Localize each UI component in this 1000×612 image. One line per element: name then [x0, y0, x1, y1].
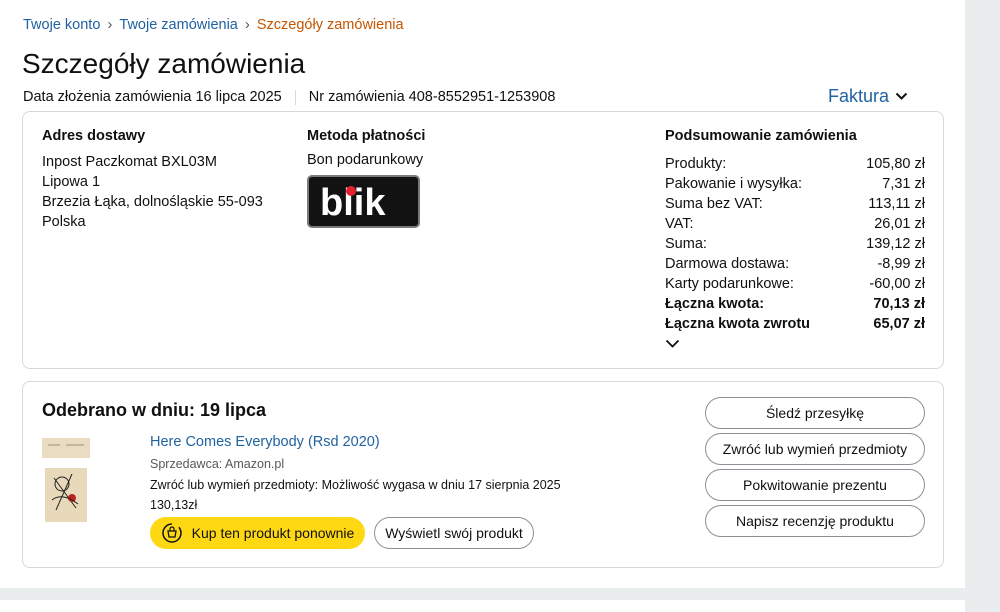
meta-divider — [294, 89, 296, 105]
order-summary: Podsumowanie zamówienia Produkty: 105,80 … — [665, 128, 925, 354]
order-date: Data złożenia zamówienia 16 lipca 2025 — [23, 89, 282, 105]
page-title: Szczegóły zamówienia — [22, 48, 306, 79]
summary-row: Suma: 139,12 zł — [665, 234, 925, 254]
delivery-status: Odebrano w dniu: 19 lipca — [42, 400, 267, 420]
product-thumbnail[interactable] — [42, 438, 90, 524]
summary-title: Podsumowanie zamówienia — [665, 128, 857, 144]
gift-receipt-button[interactable]: Pokwitowanie prezentu — [705, 469, 925, 501]
next-section-strip — [0, 600, 965, 612]
summary-value: 7,31 zł — [882, 176, 925, 192]
summary-value: 70,13 zł — [873, 296, 925, 312]
summary-value: -8,99 zł — [877, 256, 925, 272]
breadcrumb-account-link[interactable]: Twoje konto — [23, 17, 100, 33]
shipment-card: Odebrano w dniu: 19 lipca Here Comes Eve… — [22, 381, 944, 568]
summary-label: Pakowanie i wysyłka: — [665, 176, 802, 192]
summary-value: 113,11 zł — [868, 196, 925, 212]
order-details-page: Twoje konto › Twoje zamówienia › Szczegó… — [0, 0, 965, 588]
order-info-card: Adres dostawy Inpost Paczkomat BXL03M Li… — [22, 111, 944, 369]
chevron-down-icon — [895, 92, 908, 100]
address-line: Inpost Paczkomat BXL03M — [42, 154, 217, 170]
shipping-address: Adres dostawy Inpost Paczkomat BXL03M Li… — [42, 128, 263, 232]
summary-value: 65,07 zł — [873, 316, 925, 332]
address-lines: Inpost Paczkomat BXL03M Lipowa 1 Brzezia… — [42, 152, 263, 232]
track-package-button[interactable]: Śledź przesyłkę — [705, 397, 925, 429]
summary-value: 105,80 zł — [866, 156, 925, 172]
product-price: 130,13zł — [150, 498, 198, 512]
summary-value: -60,00 zł — [869, 276, 925, 292]
breadcrumb-orders-link[interactable]: Twoje zamówienia — [119, 17, 237, 33]
invoice-dropdown[interactable]: Faktura — [828, 86, 908, 107]
summary-rows: Produkty: 105,80 zł Pakowanie i wysyłka: 7… — [665, 154, 925, 334]
summary-label: Suma: — [665, 236, 707, 252]
blik-logo: blik — [307, 175, 420, 228]
summary-value: 26,01 zł — [874, 216, 925, 232]
product-seller: Sprzedawca: Amazon.pl — [150, 457, 285, 471]
order-meta: Data złożenia zamówienia 16 lipca 2025 N… — [23, 89, 555, 105]
view-product-button[interactable]: Wyświetl swój produkt — [374, 517, 534, 549]
return-window-note: Zwróć lub wymień przedmioty: Możliwość w… — [150, 478, 561, 492]
breadcrumb-current: Szczegóły zamówienia — [256, 16, 404, 33]
payment-method: Metoda płatności Bon podarunkowy blik — [307, 128, 425, 228]
chevron-down-icon — [665, 339, 680, 348]
invoice-label: Faktura — [827, 86, 889, 106]
product-title-link[interactable]: Here Comes Everybody (Rsd 2020) — [150, 434, 561, 450]
write-review-button[interactable]: Napisz recenzję produktu — [705, 505, 925, 537]
payment-title: Metoda płatności — [307, 128, 426, 144]
summary-label: Suma bez VAT: — [665, 196, 763, 212]
breadcrumb-separator: › — [107, 16, 113, 33]
summary-total-row: Łączna kwota: 70,13 zł — [665, 294, 925, 314]
summary-label: Darmowa dostawa: — [665, 256, 790, 272]
order-number: Nr zamówienia 408-8552951-1253908 — [308, 89, 556, 105]
summary-row: Karty podarunkowe: -60,00 zł — [665, 274, 925, 294]
payment-method-name: Bon podarunkowy — [307, 152, 424, 168]
buy-again-label: Kup ten produkt ponownie — [191, 525, 355, 541]
return-items-button[interactable]: Zwróć lub wymień przedmioty — [705, 433, 925, 465]
summary-row: Produkty: 105,80 zł — [665, 154, 925, 174]
summary-row: Darmowa dostawa: -8,99 zł — [665, 254, 925, 274]
summary-label: Łączna kwota: — [665, 296, 765, 312]
summary-label: Łączna kwota zwrotu — [665, 316, 811, 332]
address-line: Polska — [42, 214, 86, 230]
buy-again-button[interactable]: Kup ten produkt ponownie — [150, 517, 365, 549]
summary-value: 139,12 zł — [866, 236, 925, 252]
address-line: Brzezia Łąka, dolnośląskie 55-093 — [42, 194, 263, 210]
shipping-title: Adres dostawy — [42, 128, 146, 144]
buy-again-icon — [161, 523, 182, 543]
blik-logo-icon: blik — [320, 182, 386, 222]
summary-row: Pakowanie i wysyłka: 7,31 zł — [665, 174, 925, 194]
product-details: Here Comes Everybody (Rsd 2020) Sprzedaw… — [150, 434, 561, 512]
breadcrumb-separator: › — [244, 16, 250, 33]
summary-label: Produkty: — [665, 156, 727, 172]
summary-label: VAT: — [665, 216, 694, 232]
book-cover-image — [42, 438, 90, 522]
summary-expand-button[interactable] — [665, 336, 680, 354]
address-line: Lipowa 1 — [42, 174, 101, 190]
summary-refund-row: Łączna kwota zwrotu 65,07 zł — [665, 314, 925, 334]
summary-row: VAT: 26,01 zł — [665, 214, 925, 234]
summary-label: Karty podarunkowe: — [665, 276, 794, 292]
summary-row: Suma bez VAT: 113,11 zł — [665, 194, 925, 214]
breadcrumb: Twoje konto › Twoje zamówienia › Szczegó… — [23, 16, 404, 33]
